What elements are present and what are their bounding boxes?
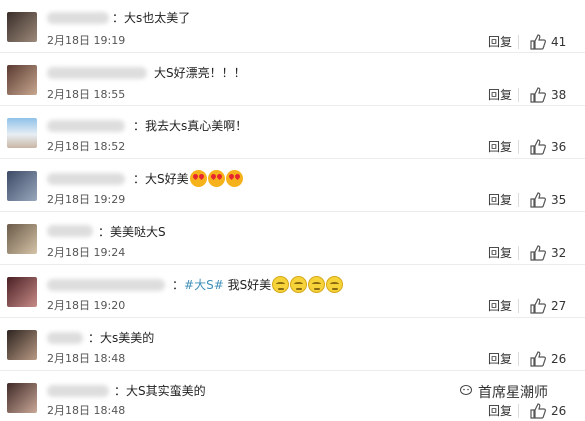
reply-button[interactable]: 回复 [488, 299, 512, 313]
thumbs-up-icon[interactable] [530, 351, 546, 367]
comment-text-body: ：大S好美 [133, 172, 189, 186]
avatar[interactable] [7, 330, 37, 360]
comment-time: 2月18日 19:20 [47, 299, 126, 312]
reply-button[interactable]: 回复 [488, 88, 512, 102]
reply-button[interactable]: 回复 [488, 404, 512, 418]
comment-list: ：大s也太美了 2月18日 19:19 回复 41 大S好漂亮！！！ 2月18日… [0, 0, 585, 421]
username-blurred[interactable] [47, 173, 125, 185]
like-count: 32 [551, 246, 567, 260]
thumbs-up-icon[interactable] [530, 139, 546, 155]
like-count: 27 [551, 299, 567, 313]
comment-text: ：大s美美的 [88, 331, 155, 345]
comment-row: ：大s美美的 2月18日 18:48 回复 26 [0, 318, 585, 371]
comment-time: 2月18日 18:55 [47, 88, 126, 101]
avatar[interactable] [7, 383, 37, 413]
comment-row: ：大s也太美了 2月18日 19:19 回复 41 [0, 0, 585, 53]
divider [518, 404, 519, 418]
comment-text: ：大s也太美了 [112, 11, 191, 25]
divider [518, 246, 519, 260]
comment-row: ：大S好美 2月18日 19:29 回复 35 [0, 159, 585, 212]
comment-time: 2月18日 18:52 [47, 140, 126, 153]
comment-text-body: 我S好美 [223, 278, 272, 292]
like-count: 26 [551, 404, 567, 418]
thumbs-up-icon[interactable] [530, 245, 546, 261]
comment-text: ：美美哒大S [98, 225, 166, 239]
reply-button[interactable]: 回复 [488, 352, 512, 366]
comment-time: 2月18日 18:48 [47, 352, 126, 365]
comment-text: ：大S其实蛮美的 [114, 384, 206, 398]
username-blurred[interactable] [47, 120, 125, 132]
eye-roll-emoji-icon [308, 276, 326, 293]
comment-row: ：美美哒大S 2月18日 19:24 回复 32 [0, 212, 585, 265]
thumbs-up-icon[interactable] [530, 34, 546, 50]
like-count: 35 [551, 193, 567, 207]
heart-eyes-emoji-icon [189, 170, 207, 187]
comment-row: 大S好漂亮！！！ 2月18日 18:55 回复 38 [0, 53, 585, 106]
username-blurred[interactable] [47, 12, 109, 24]
avatar[interactable] [7, 224, 37, 254]
comment-prefix: ： [172, 278, 185, 292]
avatar[interactable] [7, 277, 37, 307]
heart-eyes-emoji-icon [207, 170, 225, 187]
heart-eyes-emoji-icon [225, 170, 243, 187]
reply-button[interactable]: 回复 [488, 193, 512, 207]
like-count: 26 [551, 352, 567, 366]
divider [518, 88, 519, 102]
reply-button[interactable]: 回复 [488, 246, 512, 260]
watermark: 首席星潮师 [478, 385, 548, 401]
eye-roll-emoji-icon [326, 276, 344, 293]
divider [518, 35, 519, 49]
topic-tag-link[interactable]: #大S# [184, 278, 224, 292]
reply-button[interactable]: 回复 [488, 140, 512, 154]
comment-text: ：#大S# 我S好美 [172, 276, 344, 293]
comment-text: ：我去大s真心美啊！ [133, 119, 248, 133]
divider [518, 299, 519, 313]
divider [518, 193, 519, 207]
thumbs-up-icon[interactable] [530, 298, 546, 314]
comment-time: 2月18日 18:48 [47, 404, 126, 417]
avatar[interactable] [7, 12, 37, 42]
like-count: 41 [551, 35, 567, 49]
like-count: 38 [551, 88, 567, 102]
avatar[interactable] [7, 118, 37, 148]
username-blurred[interactable] [47, 67, 147, 79]
avatar[interactable] [7, 171, 37, 201]
comment-time: 2月18日 19:19 [47, 34, 126, 47]
comment-time: 2月18日 19:24 [47, 246, 126, 259]
avatar[interactable] [7, 65, 37, 95]
username-blurred[interactable] [47, 279, 165, 291]
like-count: 36 [551, 140, 567, 154]
comment-time: 2月18日 19:29 [47, 193, 126, 206]
wechat-logo-icon [460, 385, 472, 395]
thumbs-up-icon[interactable] [530, 192, 546, 208]
divider [518, 352, 519, 366]
eye-roll-emoji-icon [290, 276, 308, 293]
comment-text: 大S好漂亮！！！ [154, 66, 246, 80]
reply-button[interactable]: 回复 [488, 35, 512, 49]
username-blurred[interactable] [47, 225, 93, 237]
thumbs-up-icon[interactable] [530, 87, 546, 103]
comment-row: ：#大S# 我S好美 2月18日 19:20 回复 27 [0, 265, 585, 318]
divider [518, 140, 519, 154]
username-blurred[interactable] [47, 385, 109, 397]
thumbs-up-icon[interactable] [530, 403, 546, 419]
username-blurred[interactable] [47, 332, 83, 344]
comment-text: ：大S好美 [133, 170, 243, 187]
eye-roll-emoji-icon [272, 276, 290, 293]
comment-row: ：我去大s真心美啊！ 2月18日 18:52 回复 36 [0, 106, 585, 159]
